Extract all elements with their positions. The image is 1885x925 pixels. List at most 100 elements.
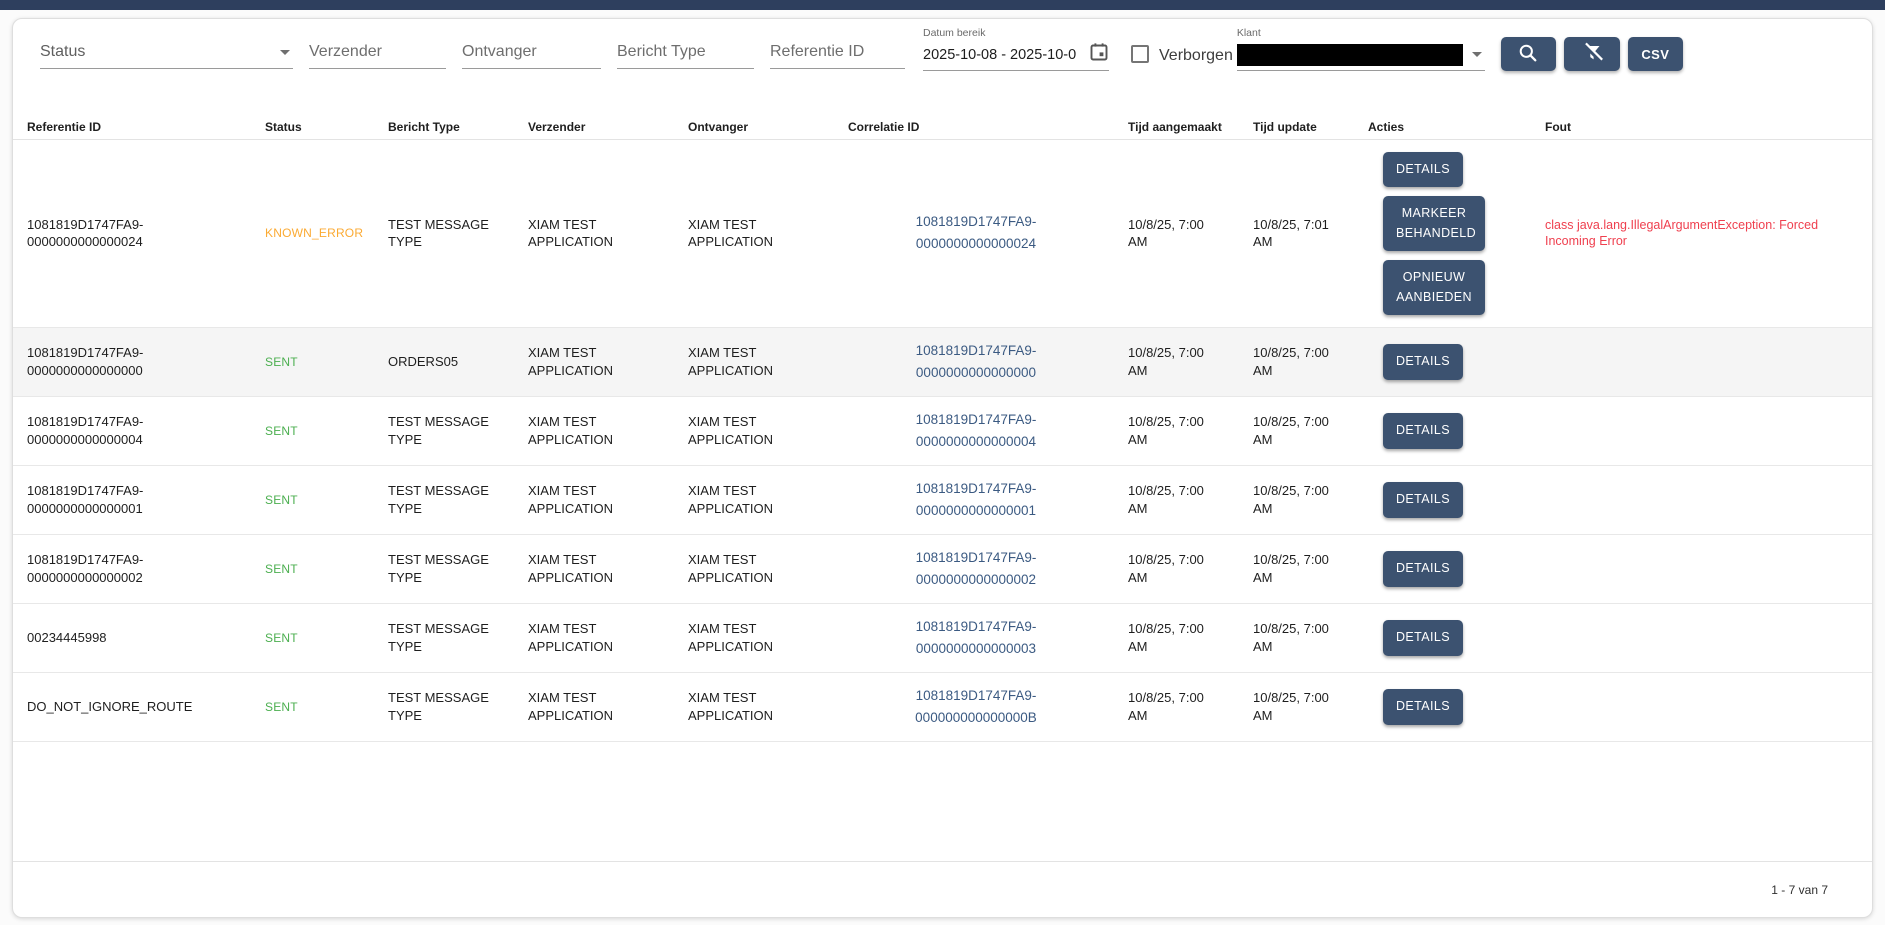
- cell-referentie-id: 1081819D1747FA9-0000000000000002: [27, 535, 265, 603]
- cell-referentie-id: 1081819D1747FA9-0000000000000004: [27, 397, 265, 465]
- klant-select[interactable]: Klant: [1237, 25, 1485, 71]
- details-button[interactable]: DETAILS: [1383, 152, 1463, 187]
- clear-filter-button[interactable]: [1564, 37, 1620, 71]
- top-app-bar: [0, 0, 1885, 10]
- cell-fout: [1545, 673, 1858, 741]
- verborgen-checkbox[interactable]: [1131, 45, 1149, 63]
- filter-off-icon: [1581, 42, 1603, 67]
- details-button[interactable]: DETAILS: [1383, 482, 1463, 517]
- table-header: Referentie IDStatusBericht TypeVerzender…: [13, 100, 1872, 140]
- cell-verzender: XIAM TEST APPLICATION: [528, 673, 688, 741]
- cell-acties: DETAILS: [1368, 466, 1545, 534]
- table-body: 1081819D1747FA9-0000000000000024KNOWN_ER…: [13, 140, 1872, 861]
- cell-tijd-aangemaakt: 10/8/25, 7:00 AM: [1128, 466, 1253, 534]
- status-badge: SENT: [265, 466, 388, 534]
- cell-bericht-type: TEST MESSAGE TYPE: [388, 604, 528, 672]
- csv-export-button[interactable]: CSV: [1628, 37, 1683, 71]
- cell-fout: [1545, 604, 1858, 672]
- table-row: DO_NOT_IGNORE_ROUTESENTTEST MESSAGE TYPE…: [13, 673, 1872, 742]
- ontvanger-field: [462, 35, 601, 69]
- status-badge: SENT: [265, 604, 388, 672]
- search-icon: [1517, 42, 1539, 67]
- table-row: 1081819D1747FA9-0000000000000002SENTTEST…: [13, 535, 1872, 604]
- cell-bericht-type: TEST MESSAGE TYPE: [388, 466, 528, 534]
- cell-tijd-update: 10/8/25, 7:00 AM: [1253, 328, 1368, 396]
- datum-bereik-value: 2025-10-08 - 2025-10-0: [923, 47, 1076, 63]
- cell-referentie-id: 1081819D1747FA9-0000000000000024: [27, 140, 265, 327]
- column-header-correlatie-id: Correlatie ID: [848, 106, 1128, 134]
- column-header-tijd-update: Tijd update: [1253, 106, 1368, 134]
- correlatie-id-link[interactable]: 1081819D1747FA9-0000000000000000: [889, 340, 1064, 385]
- calendar-icon[interactable]: [1089, 42, 1109, 65]
- search-button[interactable]: [1501, 37, 1556, 71]
- correlatie-id-link[interactable]: 1081819D1747FA9-000000000000000B: [889, 685, 1064, 730]
- cell-correlatie-id: 1081819D1747FA9-0000000000000001: [848, 466, 1128, 534]
- correlatie-id-link[interactable]: 1081819D1747FA9-0000000000000001: [889, 478, 1064, 523]
- cell-ontvanger: XIAM TEST APPLICATION: [688, 397, 848, 465]
- datum-bereik-field[interactable]: Datum bereik 2025-10-08 - 2025-10-0: [923, 25, 1109, 71]
- correlatie-id-link[interactable]: 1081819D1747FA9-0000000000000002: [889, 547, 1064, 592]
- cell-verzender: XIAM TEST APPLICATION: [528, 604, 688, 672]
- cell-tijd-aangemaakt: 10/8/25, 7:00 AM: [1128, 673, 1253, 741]
- correlatie-id-link[interactable]: 1081819D1747FA9-0000000000000004: [889, 409, 1064, 454]
- cell-acties: DETAILS: [1368, 397, 1545, 465]
- cell-correlatie-id: 1081819D1747FA9-0000000000000004: [848, 397, 1128, 465]
- opnieuw-aanbieden-button[interactable]: OPNIEUW AANBIEDEN: [1383, 260, 1485, 315]
- status-badge: SENT: [265, 328, 388, 396]
- cell-tijd-aangemaakt: 10/8/25, 7:00 AM: [1128, 328, 1253, 396]
- details-button[interactable]: DETAILS: [1383, 689, 1463, 724]
- column-header-acties: Acties: [1368, 106, 1545, 134]
- details-button[interactable]: DETAILS: [1383, 551, 1463, 586]
- bericht-type-input[interactable]: [617, 43, 754, 61]
- cell-tijd-aangemaakt: 10/8/25, 7:00 AM: [1128, 535, 1253, 603]
- cell-referentie-id: DO_NOT_IGNORE_ROUTE: [27, 673, 265, 741]
- status-select-value: Status: [40, 43, 85, 61]
- cell-correlatie-id: 1081819D1747FA9-0000000000000000: [848, 328, 1128, 396]
- cell-fout: class java.lang.IllegalArgumentException…: [1545, 140, 1858, 327]
- cell-ontvanger: XIAM TEST APPLICATION: [688, 328, 848, 396]
- column-header-referentie-id: Referentie ID: [27, 106, 265, 134]
- cell-tijd-update: 10/8/25, 7:01 AM: [1253, 140, 1368, 327]
- verzender-field: [309, 35, 446, 69]
- cell-correlatie-id: 1081819D1747FA9-0000000000000003: [848, 604, 1128, 672]
- cell-tijd-update: 10/8/25, 7:00 AM: [1253, 397, 1368, 465]
- klant-redacted-value: [1237, 44, 1463, 66]
- cell-acties: DETAILS MARKEER BEHANDELD OPNIEUW AANBIEDE…: [1368, 140, 1545, 327]
- cell-bericht-type: TEST MESSAGE TYPE: [388, 673, 528, 741]
- cell-acties: DETAILS: [1368, 604, 1545, 672]
- cell-fout: [1545, 397, 1858, 465]
- details-button[interactable]: DETAILS: [1383, 344, 1463, 379]
- cell-bericht-type: ORDERS05: [388, 328, 528, 396]
- verzender-input[interactable]: [309, 43, 446, 61]
- cell-tijd-update: 10/8/25, 7:00 AM: [1253, 466, 1368, 534]
- pagination-range: 1 - 7 van 7: [1771, 883, 1828, 897]
- status-badge: SENT: [265, 397, 388, 465]
- cell-referentie-id: 1081819D1747FA9-0000000000000001: [27, 466, 265, 534]
- datum-bereik-label: Datum bereik: [923, 27, 985, 39]
- cell-verzender: XIAM TEST APPLICATION: [528, 397, 688, 465]
- cell-ontvanger: XIAM TEST APPLICATION: [688, 673, 848, 741]
- referentie-id-input[interactable]: [770, 43, 905, 61]
- cell-tijd-update: 10/8/25, 7:00 AM: [1253, 604, 1368, 672]
- column-header-tijd-aangemaakt: Tijd aangemaakt: [1128, 106, 1253, 134]
- cell-tijd-aangemaakt: 10/8/25, 7:00 AM: [1128, 140, 1253, 327]
- correlatie-id-link[interactable]: 1081819D1747FA9-0000000000000024: [889, 211, 1064, 256]
- chevron-down-icon: [280, 50, 290, 55]
- cell-verzender: XIAM TEST APPLICATION: [528, 535, 688, 603]
- details-button[interactable]: DETAILS: [1383, 620, 1463, 655]
- status-select[interactable]: Status: [40, 35, 293, 69]
- ontvanger-input[interactable]: [462, 43, 601, 61]
- cell-acties: DETAILS: [1368, 535, 1545, 603]
- status-badge: KNOWN_ERROR: [265, 140, 388, 327]
- cell-acties: DETAILS: [1368, 673, 1545, 741]
- cell-referentie-id: 1081819D1747FA9-0000000000000000: [27, 328, 265, 396]
- markeer-behandeld-button[interactable]: MARKEER BEHANDELD: [1383, 196, 1485, 251]
- cell-ontvanger: XIAM TEST APPLICATION: [688, 604, 848, 672]
- bericht-type-field: [617, 35, 754, 69]
- column-header-ontvanger: Ontvanger: [688, 106, 848, 134]
- correlatie-id-link[interactable]: 1081819D1747FA9-0000000000000003: [889, 616, 1064, 661]
- details-button[interactable]: DETAILS: [1383, 413, 1463, 448]
- cell-ontvanger: XIAM TEST APPLICATION: [688, 535, 848, 603]
- cell-tijd-update: 10/8/25, 7:00 AM: [1253, 535, 1368, 603]
- column-header-fout: Fout: [1545, 106, 1858, 134]
